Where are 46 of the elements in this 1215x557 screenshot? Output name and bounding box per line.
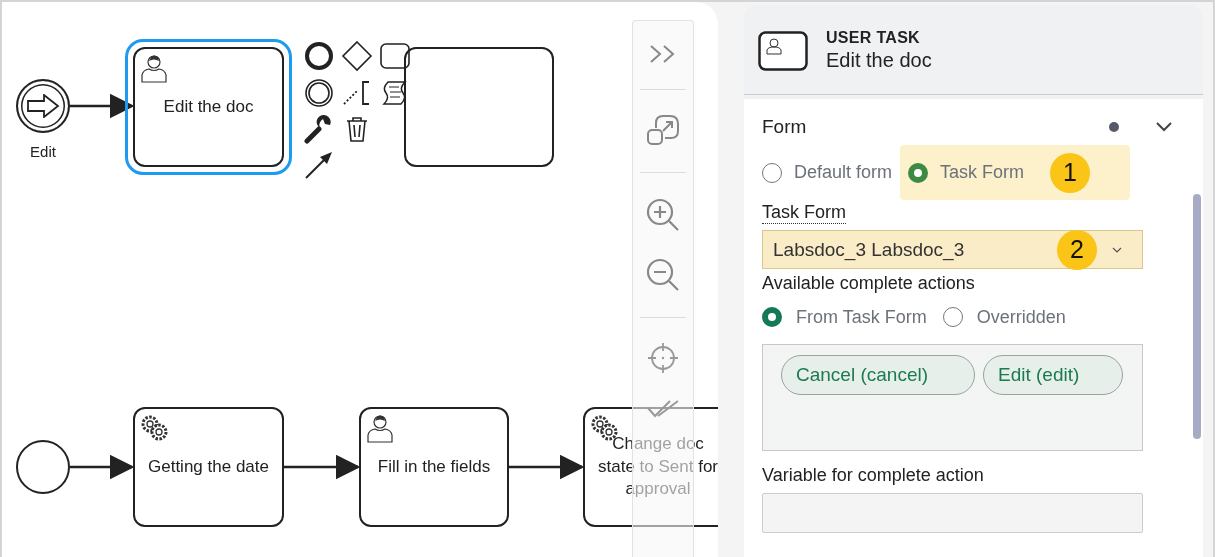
arrow-icon <box>26 94 60 118</box>
sequence-flow <box>70 454 135 480</box>
radio-label[interactable]: Overridden <box>976 306 1066 328</box>
task-label: Getting the date <box>148 455 269 478</box>
crosshair-icon[interactable] <box>647 342 679 374</box>
action-tag[interactable]: Cancel (cancel) <box>781 355 975 395</box>
chevron-icon[interactable] <box>1155 121 1173 133</box>
task-form-select[interactable]: Labsdoc_3 Labsdoc_3 2 <box>762 230 1143 269</box>
script-icon[interactable] <box>380 78 410 108</box>
radio-label[interactable]: From Task Form <box>796 306 927 328</box>
radio-label[interactable]: Task Form <box>940 162 1025 183</box>
sequence-flow <box>70 93 135 119</box>
radio-button[interactable] <box>762 162 782 183</box>
connect-arrow-icon[interactable] <box>304 150 334 180</box>
callout-number: 2 <box>1057 229 1097 270</box>
intermediate-event-icon[interactable] <box>304 78 334 108</box>
input-field[interactable] <box>762 493 1143 533</box>
zoom-in-icon[interactable] <box>645 197 681 233</box>
task-label: Edit the doc <box>163 95 254 118</box>
wrench-icon[interactable] <box>304 114 334 144</box>
user-icon <box>365 413 395 443</box>
user-task-icon <box>758 30 808 71</box>
field-label: Task Form <box>762 202 846 224</box>
radio-button[interactable] <box>908 162 929 183</box>
caret-icon <box>1112 246 1122 253</box>
radio-button[interactable] <box>762 307 782 327</box>
section-title[interactable]: Form <box>762 116 1109 138</box>
event-label: Edit <box>29 143 57 160</box>
annotation-icon[interactable] <box>342 78 372 108</box>
double-check-icon[interactable] <box>646 398 680 420</box>
element-type: USER TASK <box>826 29 921 47</box>
field-label: Variable for complete action <box>762 465 984 486</box>
zoom-out-icon[interactable] <box>645 257 681 293</box>
task-icon[interactable] <box>380 43 410 69</box>
user-task[interactable]: Edit the doc <box>125 39 292 175</box>
field-label: Available complete actions <box>762 273 975 294</box>
radio-label[interactable]: Default form <box>794 162 893 183</box>
callout-number: 1 <box>1050 152 1091 193</box>
fit-view-icon[interactable] <box>646 114 680 148</box>
task-label: Fill in the fields <box>377 455 491 478</box>
element-name: Edit the doc <box>826 49 932 72</box>
radio-button[interactable] <box>942 307 963 327</box>
user-icon <box>139 53 169 83</box>
end-event-icon[interactable] <box>304 41 334 71</box>
action-tag[interactable]: Edit (edit) <box>983 355 1123 395</box>
gateway-icon[interactable] <box>341 40 373 72</box>
